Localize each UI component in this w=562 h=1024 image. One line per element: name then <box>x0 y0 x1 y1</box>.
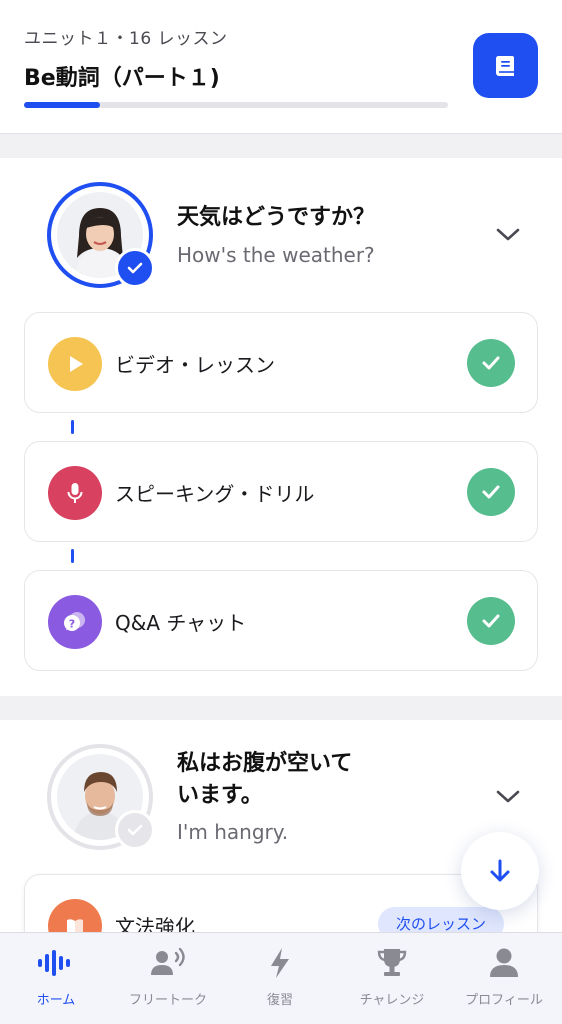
avatar <box>47 744 155 850</box>
unit-info: ユニット１・16 レッスン <box>24 29 228 49</box>
book-icon <box>495 55 514 76</box>
microphone-icon <box>48 466 102 520</box>
unit-progress-bar <box>24 102 448 108</box>
step-label: スピーキング・ドリル <box>115 482 315 506</box>
bottom-tab-bar: ホーム フリートーク 復習 チャレンジ プロフィール <box>0 932 562 1024</box>
avatar <box>47 182 155 288</box>
chevron-down-icon[interactable] <box>494 224 522 244</box>
home-waveform-icon <box>36 945 76 981</box>
trophy-icon <box>372 945 412 981</box>
book-button[interactable] <box>473 33 538 98</box>
step-qa-chat[interactable]: ? Q&A チャット <box>24 570 538 671</box>
lesson-title: 天気はどうですか？ <box>177 205 376 230</box>
tab-label: 復習 <box>266 993 293 1008</box>
page-title: Be動詞（パート１) <box>24 66 220 91</box>
step-video-lesson[interactable]: ビデオ・レッスン <box>24 312 538 413</box>
lesson-title-line: います。 <box>177 783 263 808</box>
scroll-down-button[interactable] <box>461 832 539 910</box>
tab-label: プロフィール <box>465 993 543 1008</box>
step-speaking-drill[interactable]: スピーキング・ドリル <box>24 441 538 542</box>
lesson-complete-check-icon <box>115 248 155 288</box>
lesson-subtitle: I'm hangry. <box>177 820 289 844</box>
step-label: Q&A チャット <box>115 611 247 635</box>
tab-profile[interactable]: プロフィール <box>448 933 560 1024</box>
step-done-check-icon <box>467 339 515 387</box>
speaking-person-icon <box>148 945 188 981</box>
lesson-header: ユニット１・16 レッスン Be動詞（パート１) <box>0 0 562 134</box>
step-done-check-icon <box>467 468 515 516</box>
lesson-pending-check-icon <box>115 810 155 850</box>
tab-challenge[interactable]: チャレンジ <box>336 933 448 1024</box>
tab-review[interactable]: 復習 <box>224 933 336 1024</box>
svg-text:?: ? <box>69 618 75 631</box>
person-icon <box>484 945 524 981</box>
chevron-down-icon[interactable] <box>494 786 522 806</box>
chat-question-icon: ? <box>48 595 102 649</box>
lesson-card-weather: 天気はどうですか？ How's the weather? ビデオ・レッスン スピ… <box>0 158 562 696</box>
tab-home[interactable]: ホーム <box>0 933 112 1024</box>
lesson-title: 私はお腹が空いて います。 <box>177 748 352 812</box>
arrow-down-icon <box>490 859 510 882</box>
tab-label: フリートーク <box>128 993 207 1008</box>
tab-label: ホーム <box>36 993 76 1008</box>
lesson-subtitle: How's the weather? <box>177 243 375 267</box>
step-connector <box>71 420 74 434</box>
step-connector <box>71 549 74 563</box>
step-label: ビデオ・レッスン <box>115 353 275 377</box>
lesson-title-line: 私はお腹が空いて <box>177 751 353 776</box>
tab-free-talk[interactable]: フリートーク <box>112 933 224 1024</box>
tab-label: チャレンジ <box>359 993 425 1008</box>
step-done-check-icon <box>467 597 515 645</box>
lightning-icon <box>260 945 300 981</box>
lesson-card-hangry: 私はお腹が空いて います。 I'm hangry. 文法強化 次のレッスン <box>0 720 562 964</box>
play-icon <box>48 337 102 391</box>
unit-progress-fill <box>24 102 101 108</box>
